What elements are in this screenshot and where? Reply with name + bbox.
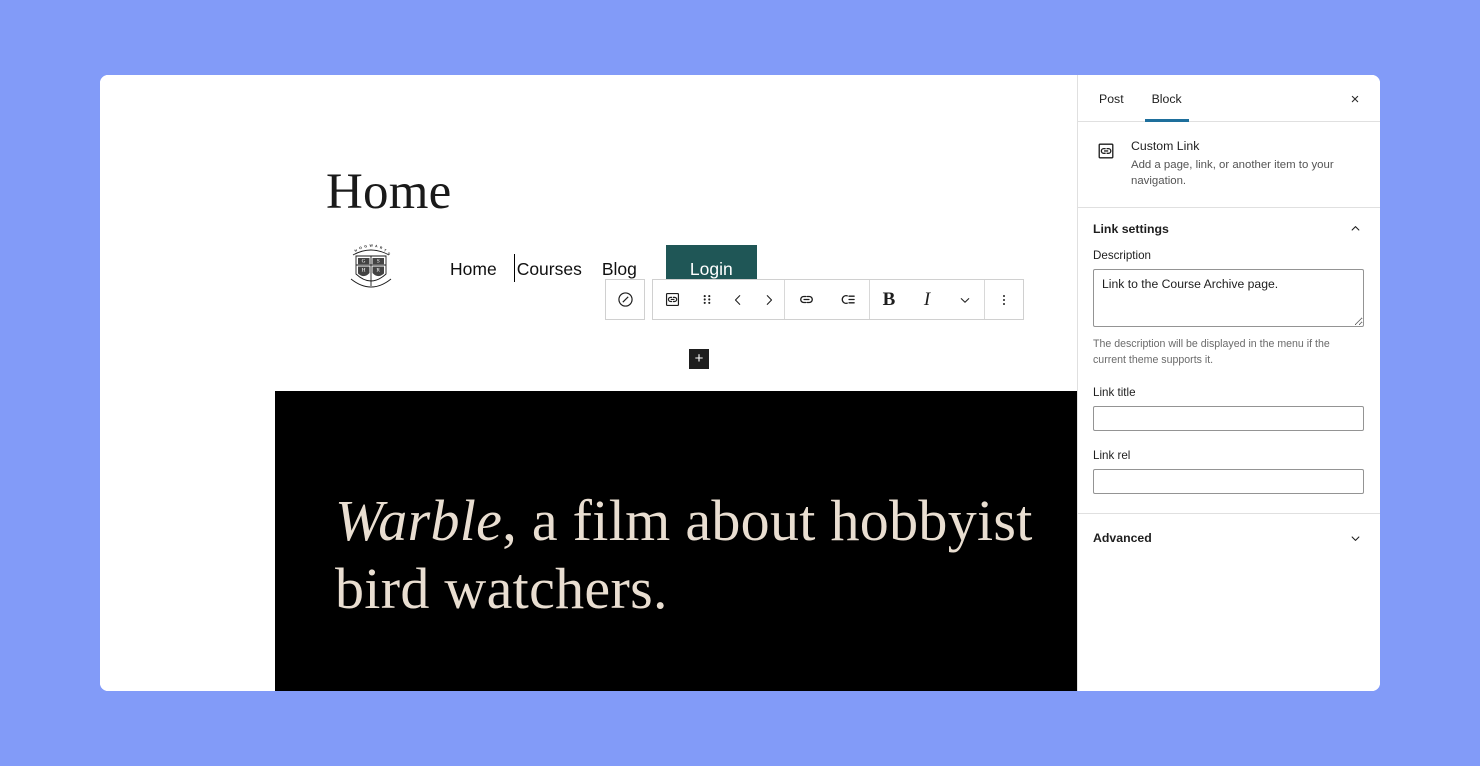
panel-title: Link settings — [1093, 221, 1169, 236]
hero-heading[interactable]: Warble, a film about hobbyist bird watch… — [335, 487, 1075, 623]
link-rel-input[interactable] — [1093, 468, 1364, 494]
panel-title: Advanced — [1093, 531, 1152, 546]
sidebar-tab-bar: Post Block × — [1078, 75, 1380, 122]
svg-text:W: W — [369, 244, 373, 248]
settings-sidebar: Post Block × Custom Link Add a page, lin… — [1077, 75, 1380, 691]
block-card-title: Custom Link — [1131, 139, 1200, 153]
svg-text:A: A — [375, 244, 378, 248]
nav-item-label: Courses — [516, 259, 582, 279]
italic-glyph: I — [923, 289, 931, 310]
svg-text:H: H — [354, 248, 358, 253]
chevron-right-icon[interactable] — [753, 280, 784, 319]
page-title[interactable]: Home — [326, 167, 451, 218]
custom-link-icon — [1095, 139, 1119, 189]
nav-item-courses[interactable]: Courses — [507, 238, 592, 300]
submenu-icon[interactable] — [827, 280, 869, 319]
toolbar-group-link-controls — [784, 280, 869, 319]
description-textarea[interactable] — [1093, 269, 1364, 328]
text-cursor — [513, 254, 515, 282]
toolbar-group-parent-selector — [606, 280, 644, 319]
link-title-label: Link title — [1093, 385, 1136, 399]
svg-text:G: G — [364, 244, 368, 248]
hogwarts-crest-logo-icon: G S H R H O G W A R T S — [345, 241, 397, 297]
toolbar-group-block-controls — [653, 280, 784, 319]
toolbar-group-options — [984, 280, 1023, 319]
block-info-card: Custom Link Add a page, link, or another… — [1078, 122, 1380, 209]
description-help-text: The description will be displayed in the… — [1093, 338, 1330, 366]
svg-text:S: S — [377, 259, 380, 265]
tab-post[interactable]: Post — [1092, 75, 1131, 121]
chevron-up-icon — [1348, 221, 1363, 236]
block-card-description: Add a page, link, or another item to you… — [1131, 159, 1334, 187]
chevron-down-icon — [1348, 531, 1363, 546]
link-icon[interactable] — [785, 280, 827, 319]
chevron-left-icon[interactable] — [722, 280, 753, 319]
nav-item-label: Home — [450, 259, 497, 279]
hero-emphasis: Warble — [335, 488, 503, 553]
bold-glyph: B — [882, 289, 896, 310]
field-link-rel: Link rel — [1093, 449, 1364, 494]
toolbar-group-format-controls: B I — [869, 280, 984, 319]
panel-link-settings: Link settings Description The descriptio… — [1078, 208, 1380, 514]
bold-button[interactable]: B — [870, 280, 908, 319]
field-link-title: Link title — [1093, 386, 1364, 431]
description-label: Description — [1093, 249, 1151, 263]
block-appender-button[interactable]: + — [689, 349, 709, 369]
navigation-block-icon[interactable] — [606, 280, 644, 319]
svg-text:G: G — [362, 259, 366, 265]
link-title-input[interactable] — [1093, 405, 1364, 431]
toolbar-parent-selector-box — [605, 279, 645, 320]
panel-advanced-header[interactable]: Advanced — [1078, 514, 1380, 563]
svg-text:R: R — [376, 268, 380, 274]
block-card-text: Custom Link Add a page, link, or another… — [1131, 139, 1364, 189]
more-formats-button[interactable] — [946, 280, 984, 319]
svg-text:R: R — [379, 246, 383, 251]
panel-advanced: Advanced — [1078, 514, 1380, 563]
custom-link-block-icon[interactable] — [653, 280, 691, 319]
toolbar-main-box: B I — [652, 279, 1024, 320]
editor-window: Home G S H R H O G W A R T S Home Course… — [100, 75, 1380, 691]
svg-text:H: H — [362, 268, 366, 274]
drag-dots-icon[interactable] — [691, 280, 722, 319]
panel-link-settings-header[interactable]: Link settings — [1078, 208, 1380, 249]
italic-button[interactable]: I — [908, 280, 946, 319]
nav-item-label: Login — [689, 258, 733, 279]
field-description: Description The description will be disp… — [1093, 249, 1364, 367]
link-rel-label: Link rel — [1093, 448, 1131, 462]
nav-item-home[interactable]: Home — [440, 238, 507, 300]
tab-block[interactable]: Block — [1144, 75, 1189, 122]
close-icon[interactable]: × — [1342, 86, 1368, 112]
nav-item-label: Blog — [601, 259, 637, 279]
svg-text:O: O — [359, 246, 363, 251]
panel-link-settings-body: Description The description will be disp… — [1078, 249, 1380, 512]
cover-block[interactable]: Warble, a film about hobbyist bird watch… — [275, 391, 1077, 691]
vertical-dots-icon[interactable] — [985, 280, 1023, 319]
svg-text:S: S — [387, 252, 392, 257]
editor-canvas[interactable]: Home G S H R H O G W A R T S Home Course… — [100, 75, 1077, 691]
block-toolbar[interactable]: B I — [605, 279, 1024, 320]
